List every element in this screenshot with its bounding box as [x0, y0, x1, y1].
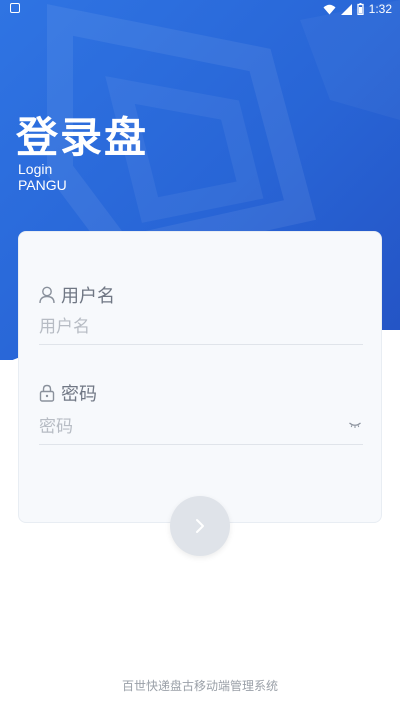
password-label: 密码: [39, 380, 97, 406]
footer-text: 百世快递盘古移动端管理系统: [121, 679, 278, 693]
lock-icon: [39, 384, 55, 402]
notification-icon: [10, 3, 20, 13]
user-icon: [39, 286, 55, 304]
username-label-text: 用户名: [61, 286, 115, 307]
password-label-text: 密码: [61, 384, 97, 405]
username-label: 用户名: [39, 282, 115, 308]
status-bar: 1:32: [0, 0, 400, 20]
subtitle-pangu: PANGU: [18, 177, 67, 193]
password-input[interactable]: [39, 410, 363, 445]
status-time: 1:32: [368, 2, 392, 16]
login-card: 用户名 密码: [18, 231, 382, 523]
page-title: 登录盘: [16, 113, 149, 162]
battery-icon: [356, 3, 364, 15]
login-submit-button[interactable]: [170, 496, 230, 556]
subtitle-login: Login: [18, 161, 53, 177]
chevron-right-icon: [196, 519, 204, 533]
username-input[interactable]: [39, 310, 363, 345]
eye-closed-icon[interactable]: [349, 422, 361, 428]
signal-icon: [340, 3, 352, 15]
wifi-icon: [323, 4, 336, 14]
